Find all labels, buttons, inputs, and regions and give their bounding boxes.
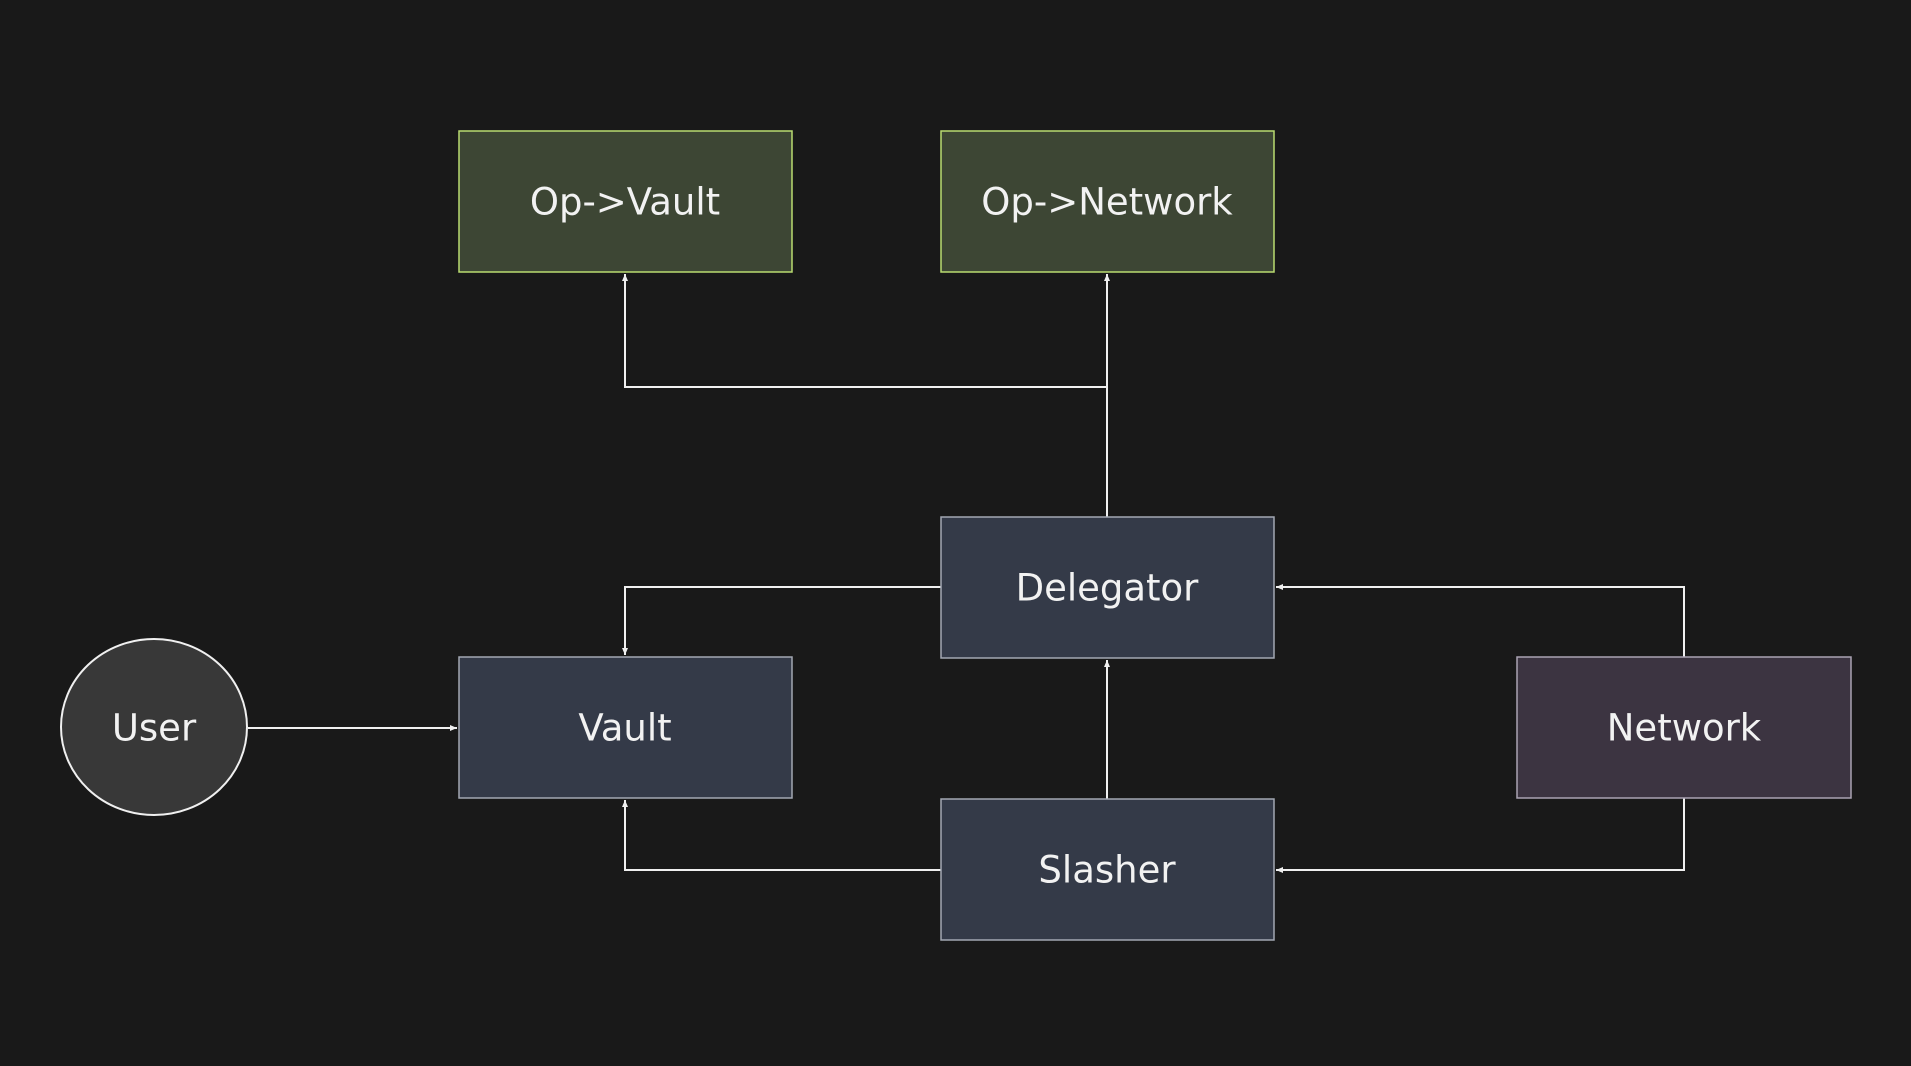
node-op-vault[interactable]: Op->Vault (458, 130, 793, 273)
node-slasher[interactable]: Slasher (940, 798, 1275, 941)
edge-network-to-slasher (1276, 798, 1685, 873)
edge-slasher-to-vault (622, 800, 941, 871)
node-label: User (112, 707, 197, 750)
edge-delegator-to-vault (622, 586, 941, 655)
node-label: Op->Network (981, 181, 1233, 224)
diagram-canvas: Op->Vault Op->Network Delegator Vault Sl… (60, 130, 1852, 941)
node-label: Delegator (1016, 567, 1200, 610)
node-user[interactable]: User (60, 638, 248, 816)
node-label: Op->Vault (530, 181, 720, 224)
node-label: Network (1607, 707, 1762, 750)
node-label: Vault (578, 707, 671, 750)
node-label: Slasher (1038, 849, 1176, 892)
node-network[interactable]: Network (1516, 656, 1852, 799)
edge-delegator-to-op-vault (622, 274, 1107, 388)
edge-network-to-delegator (1276, 584, 1685, 657)
node-op-network[interactable]: Op->Network (940, 130, 1275, 273)
node-delegator[interactable]: Delegator (940, 516, 1275, 659)
node-vault[interactable]: Vault (458, 656, 793, 799)
